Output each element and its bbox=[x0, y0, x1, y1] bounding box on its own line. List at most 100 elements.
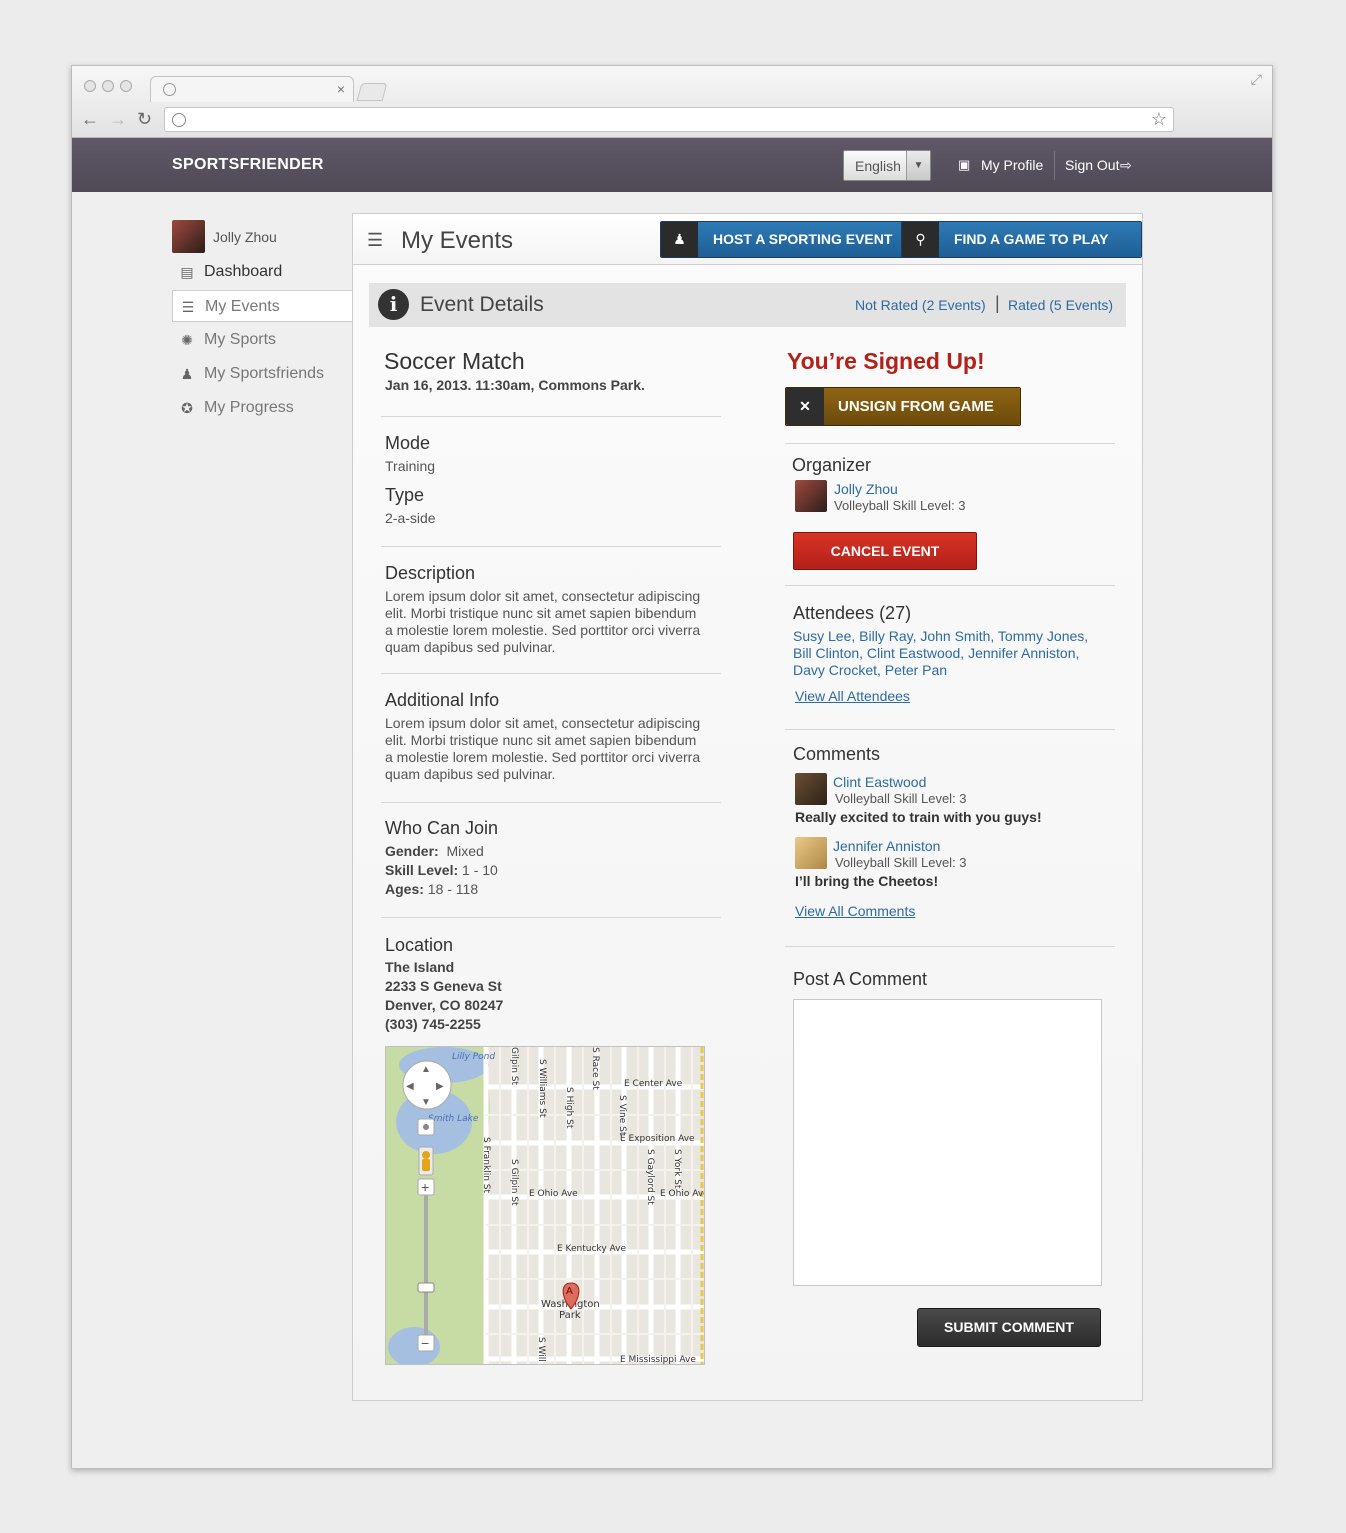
map-label: Lilly Pond bbox=[452, 1052, 495, 1062]
location-map[interactable]: Lilly Pond Smith Lake E Center Ave E Exp… bbox=[385, 1046, 705, 1365]
sidebar-user-name: Jolly Zhou bbox=[213, 229, 277, 245]
ages-value: 18 - 118 bbox=[427, 881, 479, 897]
maximize-window-button[interactable] bbox=[120, 80, 132, 92]
window-controls bbox=[84, 79, 138, 97]
browser-tab[interactable]: × bbox=[150, 76, 354, 102]
attendees-list[interactable]: Susy Lee, Billy Ray, John Smith, Tommy J… bbox=[793, 628, 1093, 679]
description-label: Description bbox=[385, 563, 476, 583]
location-pin-icon: ⚲ bbox=[902, 222, 939, 257]
map-label: E Mississippi Ave bbox=[620, 1355, 696, 1365]
close-icon[interactable]: × bbox=[337, 81, 345, 97]
organizer-skill: Volleyball Skill Level: 3 bbox=[834, 498, 966, 513]
progress-icon: ✪ bbox=[181, 400, 193, 416]
events-icon: ☰ bbox=[367, 230, 384, 250]
description-text: Lorem ipsum dolor sit amet, consectetur … bbox=[385, 588, 701, 655]
main-panel: ☰ My Events ♟ HOST A SPORTING EVENT ⚲ FI… bbox=[352, 213, 1143, 1401]
sidebar-item-dashboard[interactable]: ▤ Dashboard bbox=[172, 256, 352, 288]
map-label: E Ohio Ave bbox=[660, 1189, 705, 1199]
sidebar-item-my-sportsfriends[interactable]: ♟ My Sportsfriends bbox=[172, 358, 352, 390]
fullscreen-icon[interactable]: ⤢ bbox=[1251, 71, 1262, 88]
location-address2: Denver, CO 80247 bbox=[385, 997, 504, 1013]
event-details-title: Event Details bbox=[420, 293, 544, 316]
reload-icon[interactable]: ↻ bbox=[137, 109, 152, 130]
dashboard-icon: ▤ bbox=[180, 264, 194, 280]
svg-text:+: + bbox=[421, 1179, 429, 1195]
map-zoom-handle[interactable] bbox=[417, 1282, 435, 1293]
back-icon[interactable]: ← bbox=[81, 109, 99, 130]
map-canvas: Lilly Pond Smith Lake E Center Ave E Exp… bbox=[386, 1047, 705, 1365]
map-label: E Center Ave bbox=[624, 1079, 683, 1089]
map-label: Park bbox=[559, 1310, 581, 1321]
main-title-bar: ☰ My Events ♟ HOST A SPORTING EVENT ⚲ FI… bbox=[353, 214, 1142, 265]
who-can-join-label: Who Can Join bbox=[385, 818, 499, 838]
sidebar-item-label: My Sportsfriends bbox=[204, 365, 325, 382]
forward-icon[interactable]: → bbox=[109, 109, 127, 130]
header-divider bbox=[1054, 151, 1055, 180]
rated-link[interactable]: Rated (5 Events) bbox=[1008, 297, 1113, 313]
event-title: Soccer Match bbox=[384, 348, 525, 374]
sidebar-user[interactable]: Jolly Zhou bbox=[172, 220, 352, 254]
address-bar[interactable]: ☆ bbox=[164, 107, 1174, 132]
sidebar-item-label: Dashboard bbox=[204, 263, 283, 280]
description-section: Description Lorem ipsum dolor sit amet, … bbox=[381, 547, 721, 674]
sidebar-item-my-progress[interactable]: ✪ My Progress bbox=[172, 392, 352, 424]
map-label: E Kentucky Ave bbox=[557, 1244, 626, 1254]
language-value: English bbox=[855, 158, 901, 174]
divider bbox=[785, 946, 1115, 947]
view-all-attendees-link[interactable]: View All Attendees bbox=[795, 688, 910, 704]
avatar bbox=[795, 773, 827, 805]
divider bbox=[785, 729, 1115, 730]
comment-author-link[interactable]: Clint Eastwood bbox=[833, 774, 926, 790]
map-label: S Race St bbox=[590, 1047, 600, 1090]
location-label: Location bbox=[385, 935, 454, 955]
sign-out-link[interactable]: Sign Out bbox=[1065, 157, 1119, 173]
sidebar-item-label: My Sports bbox=[204, 331, 277, 348]
unsign-button[interactable]: ✕ UNSIGN FROM GAME bbox=[785, 387, 1021, 426]
cancel-event-button[interactable]: CANCEL EVENT bbox=[793, 532, 977, 570]
comment-author-skill: Volleyball Skill Level: 3 bbox=[835, 791, 967, 806]
avatar bbox=[795, 480, 827, 512]
language-select[interactable]: English ▼ bbox=[843, 150, 931, 181]
event-header-section: Soccer Match Jan 16, 2013. 11:30am, Comm… bbox=[381, 348, 721, 417]
comment-textarea[interactable] bbox=[793, 999, 1102, 1286]
ages-row: Ages: 18 - 118 bbox=[385, 880, 721, 899]
close-window-button[interactable] bbox=[84, 80, 96, 92]
post-comment-label: Post A Comment bbox=[793, 969, 928, 989]
gender-row: Gender: Mixed bbox=[385, 842, 721, 861]
my-profile-link[interactable]: My Profile bbox=[981, 157, 1043, 173]
sidebar-item-label: My Events bbox=[205, 298, 280, 315]
not-rated-link[interactable]: Not Rated (2 Events) bbox=[855, 297, 986, 313]
find-game-label: FIND A GAME TO PLAY IN bbox=[938, 222, 1141, 257]
events-icon: ☰ bbox=[181, 299, 195, 315]
sidebar-item-my-sports[interactable]: ✺ My Sports bbox=[172, 324, 352, 356]
map-label: S Gilpin St bbox=[509, 1159, 519, 1206]
find-game-button[interactable]: ⚲ FIND A GAME TO PLAY IN bbox=[901, 221, 1142, 258]
submit-comment-button[interactable]: SUBMIT COMMENT bbox=[917, 1308, 1101, 1347]
view-all-comments-link[interactable]: View All Comments bbox=[795, 903, 915, 919]
svg-text:▶: ▶ bbox=[436, 1081, 444, 1092]
type-label: Type bbox=[385, 485, 425, 505]
divider bbox=[785, 443, 1115, 444]
map-pan-control[interactable]: ▲ ▼ ◀ ▶ bbox=[402, 1060, 452, 1110]
comment-text: I’ll bring the Cheetos! bbox=[795, 873, 939, 889]
organizer-name-link[interactable]: Jolly Zhou bbox=[834, 481, 898, 497]
organizer-label: Organizer bbox=[792, 455, 872, 475]
type-value: 2-a-side bbox=[385, 510, 436, 526]
minimize-window-button[interactable] bbox=[102, 80, 114, 92]
unsign-label: UNSIGN FROM GAME bbox=[824, 388, 1020, 425]
additional-info-section: Additional Info Lorem ipsum dolor sit am… bbox=[381, 674, 721, 803]
comment-author-link[interactable]: Jennifer Anniston bbox=[833, 838, 940, 854]
svg-text:▼: ▼ bbox=[421, 1097, 431, 1108]
browser-window: × ⤢ ← → ↻ ☆ SPORTSFRIENDER English ▼ ▣ M… bbox=[71, 65, 1273, 1469]
new-tab-button[interactable] bbox=[356, 83, 388, 101]
sidebar-item-my-events[interactable]: ☰ My Events bbox=[172, 290, 353, 322]
globe-icon bbox=[163, 83, 176, 96]
map-label: S Vine St bbox=[617, 1095, 627, 1136]
host-event-button[interactable]: ♟ HOST A SPORTING EVENT bbox=[660, 221, 909, 258]
map-label: Smith Lake bbox=[428, 1114, 479, 1124]
bookmark-star-icon[interactable]: ☆ bbox=[1151, 109, 1167, 130]
location-phone: (303) 745-2255 bbox=[385, 1016, 481, 1032]
brand-logo[interactable]: SPORTSFRIENDER bbox=[172, 156, 324, 174]
sportsfriends-icon: ♟ bbox=[180, 366, 194, 382]
gender-label: Gender: bbox=[385, 843, 439, 859]
